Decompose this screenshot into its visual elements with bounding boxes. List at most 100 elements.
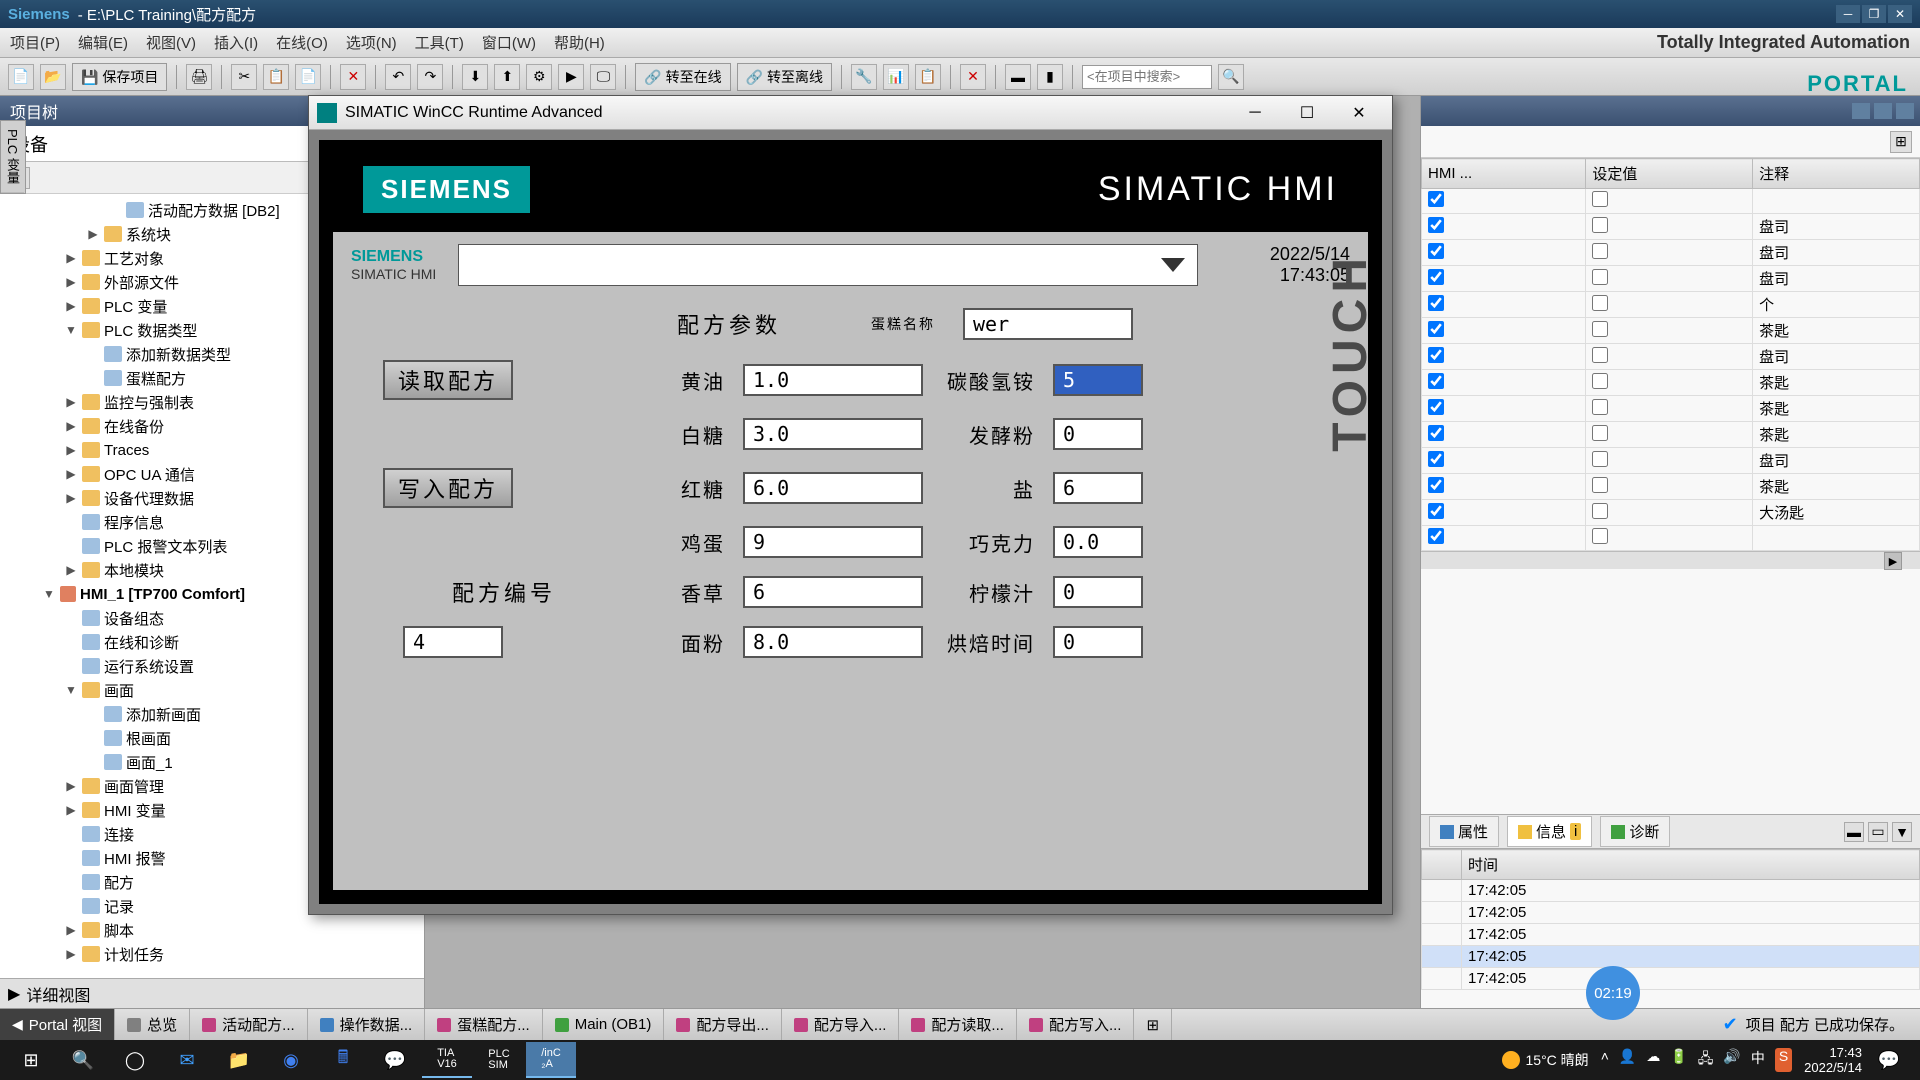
- tb-icon-c[interactable]: 📋: [915, 64, 941, 90]
- system-tray[interactable]: ˄ 👤 ☁ 🔋 🖧 🔊 中 S: [1601, 1048, 1792, 1072]
- setpoint-checkbox[interactable]: [1592, 269, 1608, 285]
- prop-max-icon[interactable]: [1874, 103, 1892, 119]
- hmi-checkbox[interactable]: [1428, 503, 1444, 519]
- editor-tab[interactable]: 总览: [115, 1009, 190, 1040]
- wechat-icon[interactable]: 💬: [370, 1042, 420, 1078]
- go-online-button[interactable]: 🔗 转至在线: [635, 63, 730, 91]
- ingredient-input[interactable]: [743, 472, 923, 504]
- editor-tab[interactable]: 活动配方...: [190, 1009, 308, 1040]
- setpoint-checkbox[interactable]: [1592, 321, 1608, 337]
- editor-tab[interactable]: Main (OB1): [543, 1009, 665, 1040]
- menu-options[interactable]: 选项(N): [346, 32, 397, 53]
- upload-icon[interactable]: ⬆: [494, 64, 520, 90]
- property-row[interactable]: 茶匙: [1422, 318, 1920, 344]
- calculator-icon[interactable]: 🖩: [318, 1042, 368, 1078]
- hmi-checkbox[interactable]: [1428, 295, 1444, 311]
- hmi-checkbox[interactable]: [1428, 243, 1444, 259]
- prop-pin-icon[interactable]: [1896, 103, 1914, 119]
- setpoint-checkbox[interactable]: [1592, 477, 1608, 493]
- runtime-titlebar[interactable]: SIMATIC WinCC Runtime Advanced ─ ☐ ✕: [309, 96, 1392, 130]
- menu-help[interactable]: 帮助(H): [554, 32, 605, 53]
- tray-volume-icon[interactable]: 🔊: [1723, 1048, 1740, 1072]
- hmi-checkbox[interactable]: [1428, 269, 1444, 285]
- setpoint-checkbox[interactable]: [1592, 451, 1608, 467]
- menu-online[interactable]: 在线(O): [276, 32, 328, 53]
- tree-node[interactable]: ▶脚本: [0, 918, 424, 942]
- property-row[interactable]: 茶匙: [1422, 474, 1920, 500]
- ingredient-input[interactable]: [743, 626, 923, 658]
- search-button[interactable]: 🔍: [58, 1042, 108, 1078]
- editor-tab[interactable]: 配方读取...: [899, 1009, 1017, 1040]
- ingredient-input[interactable]: [1053, 418, 1143, 450]
- hmi-checkbox[interactable]: [1428, 191, 1444, 207]
- setpoint-checkbox[interactable]: [1592, 503, 1608, 519]
- setpoint-checkbox[interactable]: [1592, 295, 1608, 311]
- hmi-checkbox[interactable]: [1428, 321, 1444, 337]
- rt-close-button[interactable]: ✕: [1334, 100, 1384, 126]
- minimize-button[interactable]: ─: [1836, 5, 1860, 23]
- property-row[interactable]: [1422, 189, 1920, 214]
- menu-window[interactable]: 窗口(W): [482, 32, 536, 53]
- editor-tab[interactable]: 配方导出...: [664, 1009, 782, 1040]
- rt-minimize-button[interactable]: ─: [1230, 100, 1280, 126]
- mail-icon[interactable]: ✉: [162, 1042, 212, 1078]
- project-search-input[interactable]: [1082, 65, 1212, 89]
- hmi-checkbox[interactable]: [1428, 451, 1444, 467]
- property-row[interactable]: 茶匙: [1422, 422, 1920, 448]
- new-project-icon[interactable]: 📄: [8, 64, 34, 90]
- open-project-icon[interactable]: 📂: [40, 64, 66, 90]
- hmi-checkbox[interactable]: [1428, 217, 1444, 233]
- explorer-icon[interactable]: 📁: [214, 1042, 264, 1078]
- tb-icon-a[interactable]: 🔧: [851, 64, 877, 90]
- setpoint-checkbox[interactable]: [1592, 528, 1608, 544]
- tia-portal-icon[interactable]: TIAV16: [422, 1042, 472, 1078]
- ingredient-input[interactable]: [1053, 626, 1143, 658]
- message-list[interactable]: 时间 17:42:0517:42:0517:42:0517:42:0517:42…: [1421, 848, 1920, 1008]
- prop-tool-icon[interactable]: ⊞: [1890, 131, 1912, 153]
- editor-tab[interactable]: 蛋糕配方...: [425, 1009, 543, 1040]
- property-table[interactable]: HMI ... 设定值 注释 盘司 盘司 盘司 个 茶匙 盘司 茶匙 茶匙 茶匙…: [1421, 158, 1920, 814]
- ingredient-input[interactable]: [1053, 576, 1143, 608]
- split-v-icon[interactable]: ▮: [1037, 64, 1063, 90]
- undo-icon[interactable]: ↶: [385, 64, 411, 90]
- download-icon[interactable]: ⬇: [462, 64, 488, 90]
- tray-cloud-icon[interactable]: ☁: [1646, 1048, 1660, 1072]
- tab-info[interactable]: 信息 i: [1507, 816, 1592, 847]
- ingredient-input[interactable]: [1053, 472, 1143, 504]
- tray-ime-icon[interactable]: 中: [1751, 1048, 1765, 1072]
- tab-diagnostics[interactable]: 诊断: [1600, 816, 1670, 847]
- ingredient-input[interactable]: [1053, 526, 1143, 558]
- property-row[interactable]: 盘司: [1422, 344, 1920, 370]
- delete-icon[interactable]: ✕: [340, 64, 366, 90]
- tray-battery-icon[interactable]: 🔋: [1670, 1048, 1687, 1072]
- cake-name-input[interactable]: [963, 308, 1133, 340]
- menu-insert[interactable]: 插入(I): [214, 32, 258, 53]
- search-icon[interactable]: 🔍: [1218, 64, 1244, 90]
- property-row[interactable]: 大汤匙: [1422, 500, 1920, 526]
- tb-close-icon[interactable]: ✕: [960, 64, 986, 90]
- read-recipe-button[interactable]: 读取配方: [383, 360, 513, 400]
- compile-icon[interactable]: ⚙: [526, 64, 552, 90]
- plcsim-icon[interactable]: PLCSIM: [474, 1042, 524, 1078]
- redo-icon[interactable]: ↷: [417, 64, 443, 90]
- editor-tab[interactable]: 配方写入...: [1017, 1009, 1135, 1040]
- recipe-number-input[interactable]: [403, 626, 503, 658]
- detail-view-bar[interactable]: ▶详细视图: [0, 978, 424, 1008]
- ingredient-input[interactable]: [1053, 364, 1143, 396]
- property-row[interactable]: 个: [1422, 292, 1920, 318]
- prop-hscroll[interactable]: ▶: [1421, 551, 1920, 569]
- setpoint-checkbox[interactable]: [1592, 217, 1608, 233]
- portal-view-button[interactable]: ◀Portal 视图: [0, 1009, 115, 1040]
- go-offline-button[interactable]: 🔗 转至离线: [737, 63, 832, 91]
- property-row[interactable]: 茶匙: [1422, 396, 1920, 422]
- close-button[interactable]: ✕: [1888, 5, 1912, 23]
- browser-icon[interactable]: ◉: [266, 1042, 316, 1078]
- menu-project[interactable]: 项目(P): [10, 32, 60, 53]
- ingredient-input[interactable]: [743, 418, 923, 450]
- rail-plc-vars[interactable]: PLC 变量: [1, 121, 24, 193]
- insp-icon-c[interactable]: ▼: [1892, 822, 1912, 842]
- ingredient-input[interactable]: [743, 576, 923, 608]
- setpoint-checkbox[interactable]: [1592, 399, 1608, 415]
- hmi-checkbox[interactable]: [1428, 347, 1444, 363]
- hmi-checkbox[interactable]: [1428, 373, 1444, 389]
